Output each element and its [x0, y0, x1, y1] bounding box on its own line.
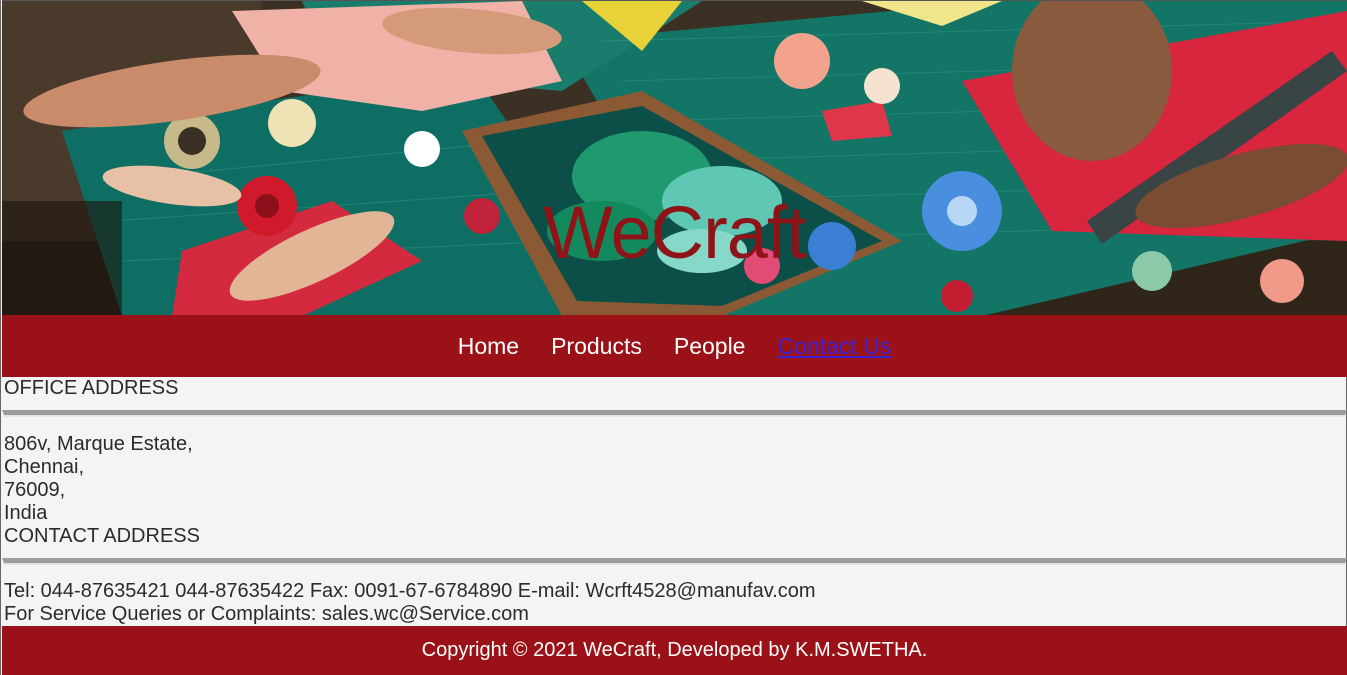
footer: Copyright © 2021 WeCraft, Developed by K… — [2, 626, 1347, 675]
hero-banner: WeCraft — [2, 0, 1347, 316]
contact-service-line: For Service Queries or Complaints: sales… — [4, 603, 529, 625]
section-divider — [2, 558, 1347, 565]
office-address-block: 806v, Marque Estate, Chennai, 76009, Ind… — [4, 433, 200, 548]
nav-link-products[interactable]: Products — [551, 315, 642, 377]
copyright-text: Copyright © 2021 WeCraft, Developed by K… — [421, 639, 928, 661]
nav-link-people[interactable]: People — [674, 315, 746, 377]
site-title: WeCraft — [542, 191, 807, 274]
contact-phones-line: Tel: 044-87635421 044-87635422 Fax: 0091… — [4, 580, 816, 602]
address-line: 806v, Marque Estate, — [4, 433, 193, 455]
address-line: India — [4, 502, 48, 524]
nav-link-home[interactable]: Home — [458, 315, 519, 377]
section-divider — [2, 410, 1347, 417]
nav-link-contact-us[interactable]: Contact Us — [777, 315, 891, 377]
main-navigation: Home Products People Contact Us — [2, 315, 1347, 377]
office-address-heading: OFFICE ADDRESS — [4, 377, 179, 399]
contact-address-heading: CONTACT ADDRESS — [4, 525, 200, 547]
address-line: 76009, — [4, 479, 66, 501]
address-line: Chennai, — [4, 456, 85, 478]
contact-details: Tel: 044-87635421 044-87635422 Fax: 0091… — [4, 580, 816, 626]
